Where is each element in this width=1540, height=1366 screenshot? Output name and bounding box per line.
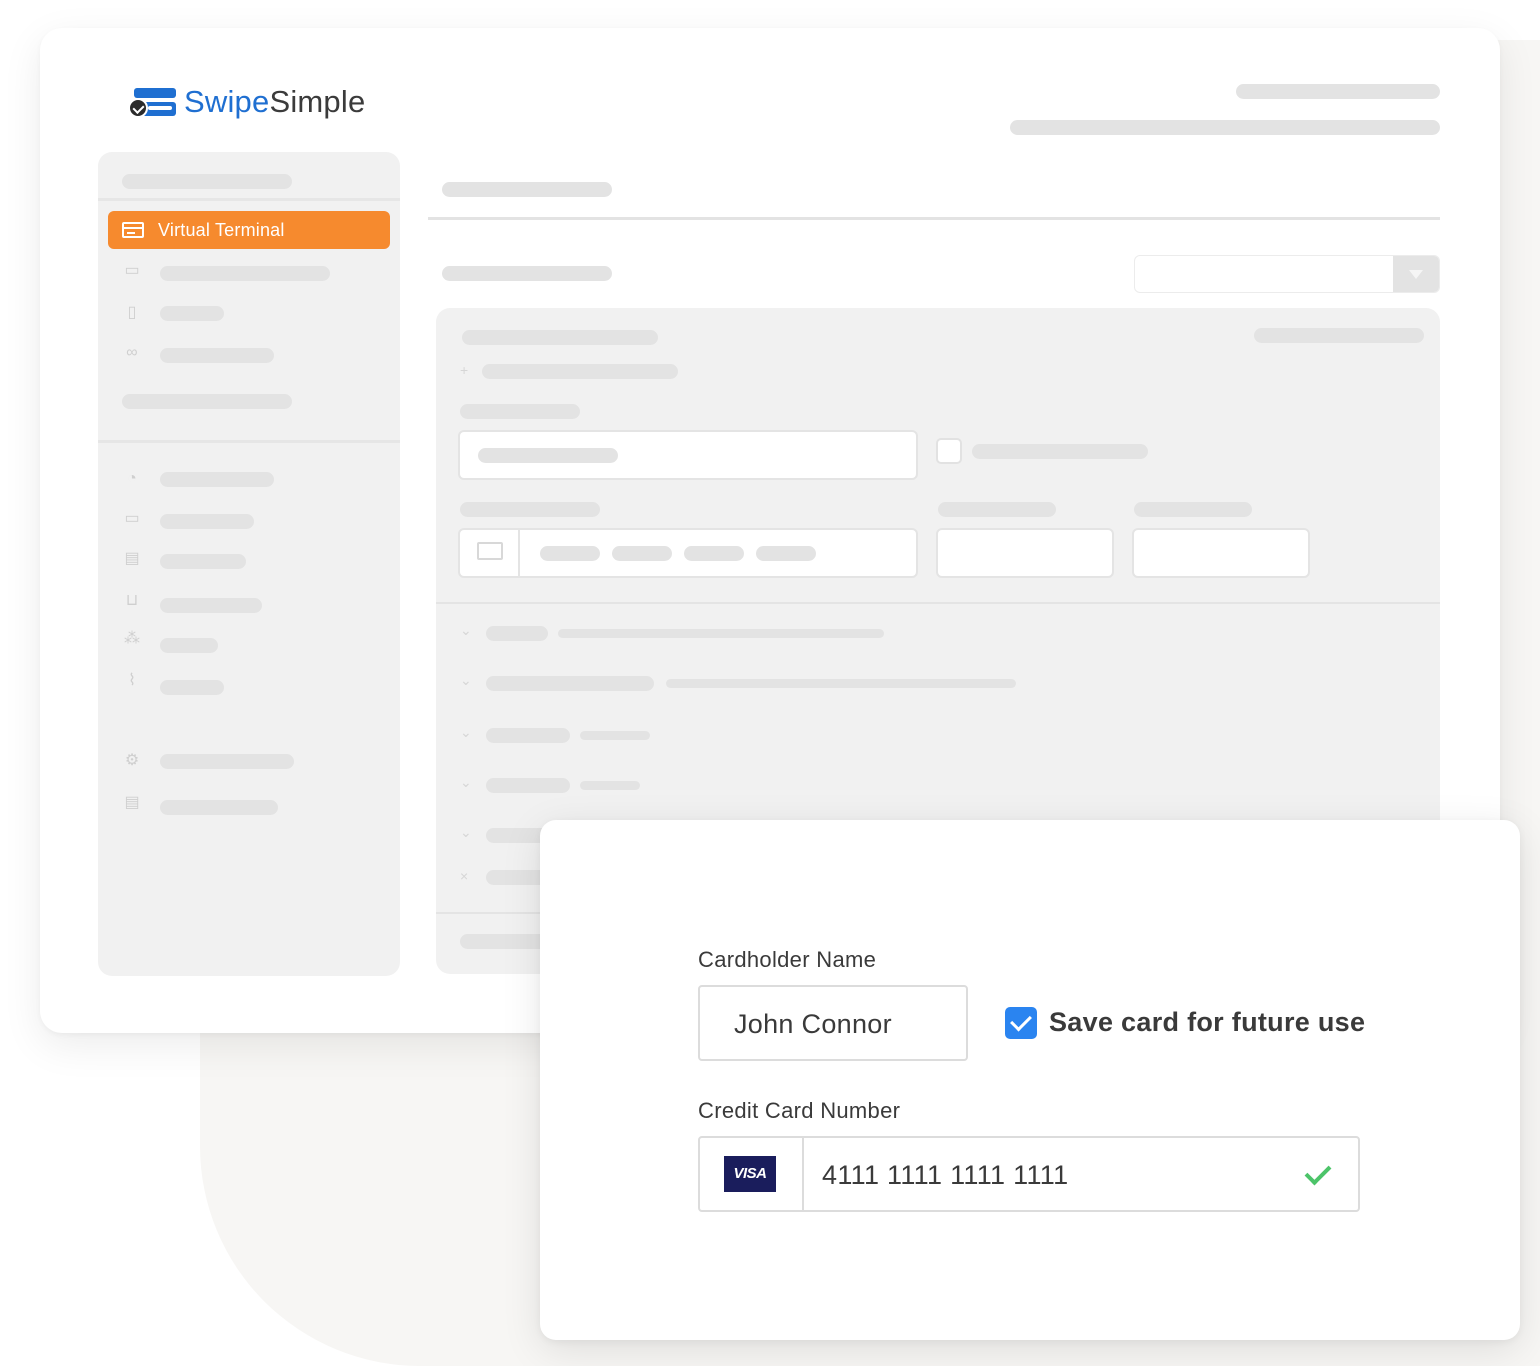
page-title-placeholder [442,182,612,197]
gear-icon: ⚙ [124,752,140,769]
sidebar-item-placeholder[interactable] [160,680,224,695]
save-card-checkbox[interactable] [1005,1007,1037,1039]
users-icon: ⁂ [124,630,140,647]
chevron-down-icon[interactable] [1393,256,1439,292]
card-digits-placeholder [540,546,600,561]
field-label-placeholder [1134,502,1252,517]
sidebar-item-placeholder[interactable] [160,306,224,321]
input-value-placeholder [478,448,618,463]
document-icon: ▯ [127,304,137,321]
section-label-placeholder [442,266,612,281]
logo-icon [128,82,178,122]
accordion-title-placeholder[interactable] [486,676,654,691]
cardholder-name-value: John Connor [734,1009,892,1039]
credit-card-number-label: Credit Card Number [698,1098,901,1123]
ghost-card-input[interactable] [458,528,918,578]
credit-card-number-value: 4111 1111 1111 1111 [822,1160,1069,1190]
header-placeholder [1010,120,1440,135]
accordion-title-placeholder[interactable] [486,626,548,641]
logo-text-simple: Simple [269,84,366,119]
content-divider [428,217,1440,220]
sidebar-item-placeholder[interactable] [160,754,294,769]
logo-text-swipe: Swipe [184,84,270,119]
credit-card-icon [122,222,144,238]
accordion-title-placeholder[interactable] [486,778,570,793]
ghost-checkbox[interactable] [936,438,962,464]
visa-icon: VISA [724,1156,776,1192]
chevron-down-icon[interactable]: ⌄ [460,825,472,839]
book-icon: ▤ [124,794,140,811]
chevron-down-icon[interactable]: ⌄ [460,623,472,637]
accordion-desc-placeholder [558,629,884,638]
accordion-title-placeholder[interactable] [486,728,570,743]
card-digits-placeholder [612,546,672,561]
sidebar-item-virtual-terminal[interactable]: Virtual Terminal [108,211,390,249]
cash-icon: ▭ [124,510,140,527]
stage: SwipeSimple Virtual Terminal ▭ ▯ ∞ ◔ ▭ ▤… [0,0,1540,1366]
cart-icon: ⊔ [125,592,139,609]
field-label-placeholder [460,404,580,419]
field-label-placeholder [460,502,600,517]
sidebar-item-placeholder[interactable] [160,266,330,281]
accordion-desc-placeholder [580,731,650,740]
sidebar-item-label: Virtual Terminal [158,219,285,240]
brand-logo[interactable]: SwipeSimple [128,80,365,124]
card-digits-placeholder [684,546,744,561]
card-digits-placeholder [756,546,816,561]
chevron-down-icon[interactable]: ⌄ [460,673,472,687]
save-card-label[interactable]: Save card for future use [1049,1007,1365,1038]
plus-icon[interactable]: + [460,363,472,377]
sidebar-divider [98,440,400,443]
chevron-down-icon[interactable]: ⌄ [460,725,472,739]
sidebar-heading-placeholder [122,394,292,409]
chart-icon: ⌇ [128,672,136,689]
sidebar-item-placeholder[interactable] [160,514,254,529]
field-label-placeholder [938,502,1056,517]
accordion-desc-placeholder [580,781,640,790]
dropdown-select[interactable] [1134,255,1440,293]
cardholder-name-label: Cardholder Name [698,947,877,972]
sidebar-item-placeholder[interactable] [160,472,274,487]
logo-text: SwipeSimple [184,84,365,120]
sidebar-item-placeholder[interactable] [160,800,278,815]
link-icon: ∞ [126,344,138,361]
credit-card-number-input[interactable]: VISA 4111 1111 1111 1111 [698,1136,1360,1212]
id-card-icon: ▤ [124,550,140,567]
sidebar-divider [98,198,400,201]
chevron-down-icon[interactable]: ⌄ [460,775,472,789]
sidebar-item-placeholder[interactable] [160,554,246,569]
checkbox-label-placeholder [972,444,1148,459]
cardholder-name-input[interactable]: John Connor [698,985,968,1061]
calendar-icon: ▭ [124,262,140,279]
checkmark-icon [1302,1160,1332,1186]
close-icon[interactable]: × [460,869,472,883]
sidebar: Virtual Terminal ▭ ▯ ∞ ◔ ▭ ▤ ⊔ ⁂ ⌇ ⚙ ▤ [98,152,400,976]
ghost-card-brand-cell [460,530,520,576]
ghost-name-input[interactable] [458,430,918,480]
ghost-expiry-input[interactable] [936,528,1114,578]
sidebar-item-placeholder[interactable] [160,348,274,363]
ghost-cvv-input[interactable] [1132,528,1310,578]
add-item-placeholder[interactable] [482,364,678,379]
sidebar-heading-placeholder [122,174,292,189]
dashboard-icon: ◔ [127,470,137,487]
payment-card-popup: Cardholder Name John Connor Save card fo… [540,820,1520,1340]
card-brand-cell: VISA [700,1138,804,1210]
header-placeholder [1236,84,1440,99]
panel-divider [436,602,1440,604]
accordion-desc-placeholder [666,679,1016,688]
sidebar-item-placeholder[interactable] [160,598,262,613]
panel-link-placeholder[interactable] [1254,328,1424,343]
sidebar-item-placeholder[interactable] [160,638,218,653]
credit-card-icon [477,542,503,560]
panel-heading-placeholder [462,330,658,345]
